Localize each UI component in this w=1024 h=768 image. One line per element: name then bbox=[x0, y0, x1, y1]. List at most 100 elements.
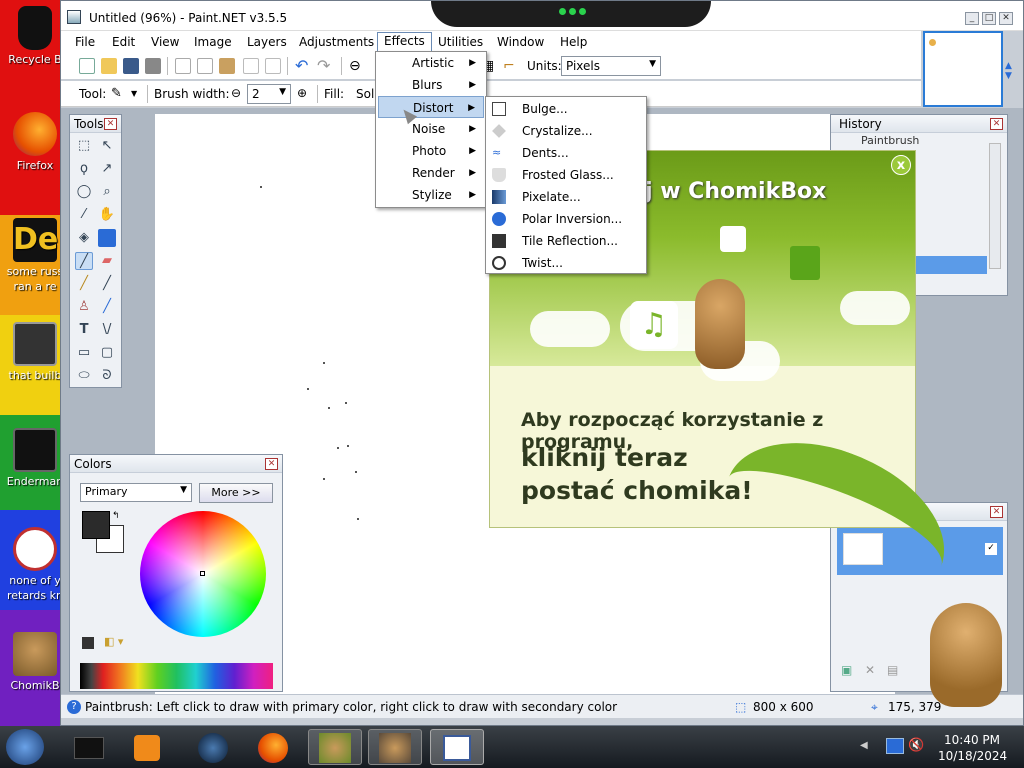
tray-date[interactable]: 10/18/2024 bbox=[938, 749, 1007, 763]
taskbar-chomikbox-2-icon[interactable] bbox=[368, 729, 422, 765]
menu-layers[interactable]: Layers bbox=[241, 34, 293, 50]
menu-utilities[interactable]: Utilities bbox=[432, 34, 489, 50]
image-thumbnail[interactable] bbox=[923, 31, 1003, 107]
color-palette[interactable] bbox=[80, 663, 273, 689]
print-icon[interactable] bbox=[145, 58, 161, 74]
color-mode-select[interactable]: Primary ▼ bbox=[80, 483, 192, 502]
delete-layer-icon[interactable]: ✕ bbox=[865, 663, 875, 677]
history-item[interactable]: Paintbrush bbox=[861, 134, 919, 147]
recolor-icon[interactable]: ╱ bbox=[98, 298, 116, 316]
ellipse-icon[interactable]: ⬭ bbox=[75, 367, 93, 385]
paste-icon[interactable] bbox=[219, 58, 235, 74]
distort-bulge[interactable]: Bulge... bbox=[488, 98, 644, 120]
rectangle-select-icon[interactable]: ⬚ bbox=[75, 137, 93, 155]
effects-menu-noise[interactable]: Noise ▶ bbox=[378, 118, 484, 140]
title-bar[interactable]: Untitled (96%) - Paint.NET v3.5.5 _ □ ✕ bbox=[61, 1, 1023, 31]
distort-pixelate[interactable]: Pixelate... bbox=[488, 186, 644, 208]
line-curve-icon[interactable]: \/ bbox=[98, 321, 116, 339]
deselect-icon[interactable] bbox=[265, 58, 281, 74]
redo-icon[interactable]: ↷ bbox=[317, 58, 333, 74]
move-selected-icon[interactable]: ↗ bbox=[98, 160, 116, 178]
taskbar-terminal-icon[interactable] bbox=[62, 729, 116, 765]
start-button[interactable] bbox=[6, 729, 44, 765]
cut-icon[interactable] bbox=[175, 58, 191, 74]
palette-menu-icon[interactable]: ◧ ▾ bbox=[104, 635, 123, 648]
menu-image[interactable]: Image bbox=[188, 34, 238, 50]
menu-effects[interactable]: Effects bbox=[377, 32, 432, 53]
network-icon[interactable] bbox=[886, 738, 904, 754]
effects-menu-render[interactable]: Render ▶ bbox=[378, 162, 484, 184]
clone-stamp-icon[interactable]: ♙ bbox=[75, 298, 93, 316]
rectangle-icon[interactable]: ▭ bbox=[75, 344, 93, 362]
distort-twist[interactable]: Twist... bbox=[488, 252, 644, 274]
menu-file[interactable]: File bbox=[69, 34, 101, 50]
primary-color-swatch[interactable] bbox=[82, 511, 110, 539]
close-icon[interactable]: ✕ bbox=[104, 118, 117, 130]
hamster-character[interactable] bbox=[930, 603, 1002, 707]
swap-colors-icon[interactable]: ↰ bbox=[112, 511, 120, 521]
brush-width-field[interactable]: 2 ▼ bbox=[247, 84, 291, 104]
freeform-shape-icon[interactable]: ᘐ bbox=[98, 367, 116, 385]
units-select[interactable]: Pixels ▼ bbox=[561, 56, 661, 76]
taskbar-firefox-icon[interactable] bbox=[246, 729, 300, 765]
distort-polar-inversion[interactable]: Polar Inversion... bbox=[488, 208, 644, 230]
close-icon[interactable]: ✕ bbox=[265, 458, 278, 470]
duplicate-layer-icon[interactable]: ▤ bbox=[887, 663, 898, 677]
effects-menu-stylize[interactable]: Stylize ▶ bbox=[378, 184, 484, 206]
show-hidden-icons-icon[interactable]: ◀ bbox=[860, 740, 868, 751]
distort-tile-reflection[interactable]: Tile Reflection... bbox=[488, 230, 644, 252]
history-scrollbar[interactable] bbox=[989, 143, 1001, 269]
rounded-rectangle-icon[interactable]: ▢ bbox=[98, 344, 116, 362]
zoom-icon[interactable]: ⊖ bbox=[349, 58, 365, 74]
taskbar-paintnet-icon[interactable] bbox=[430, 729, 484, 765]
taskbar-media-player-icon[interactable] bbox=[120, 729, 174, 765]
effects-menu-distort[interactable]: Distort ▶ bbox=[378, 96, 484, 118]
tray-time[interactable]: 10:40 PM bbox=[944, 733, 1000, 747]
close-icon[interactable]: ✕ bbox=[990, 118, 1003, 130]
close-icon[interactable]: ✕ bbox=[990, 506, 1003, 518]
distort-frosted-glass[interactable]: Frosted Glass... bbox=[488, 164, 644, 186]
eraser-icon[interactable]: ▰ bbox=[98, 252, 116, 270]
add-palette-color-icon[interactable] bbox=[82, 637, 94, 649]
open-folder-icon[interactable] bbox=[101, 58, 117, 74]
move-selection-icon[interactable]: ↖ bbox=[98, 137, 116, 155]
more-colors-button[interactable]: More >> bbox=[199, 483, 273, 503]
gradient-icon[interactable] bbox=[98, 229, 116, 247]
menu-help[interactable]: Help bbox=[554, 34, 593, 50]
menu-adjustments[interactable]: Adjustments bbox=[293, 34, 380, 50]
close-button[interactable]: ✕ bbox=[999, 12, 1013, 25]
add-layer-icon[interactable]: ▣ bbox=[841, 663, 852, 677]
copy-icon[interactable] bbox=[197, 58, 213, 74]
brush-width-increase-icon[interactable]: ⊕ bbox=[297, 86, 307, 100]
undo-icon[interactable]: ↶ bbox=[295, 58, 311, 74]
ruler-icon[interactable]: ⌐ bbox=[503, 58, 519, 74]
distort-crystalize[interactable]: Crystalize... bbox=[488, 120, 644, 142]
paint-bucket-icon[interactable]: ◈ bbox=[75, 229, 93, 247]
menu-window[interactable]: Window bbox=[491, 34, 550, 50]
distort-dents[interactable]: ≈ Dents... bbox=[488, 142, 644, 164]
effects-menu-artistic[interactable]: Artistic ▶ bbox=[378, 52, 484, 74]
minimize-button[interactable]: _ bbox=[965, 12, 979, 25]
save-icon[interactable] bbox=[123, 58, 139, 74]
lasso-select-icon[interactable]: ϙ bbox=[75, 160, 93, 178]
menu-edit[interactable]: Edit bbox=[106, 34, 141, 50]
thumbnail-scroll-icon[interactable]: ▲ ▼ bbox=[1005, 61, 1012, 81]
pan-icon[interactable]: ✋ bbox=[98, 206, 116, 224]
color-picker-icon[interactable]: ╱ bbox=[98, 275, 116, 293]
ellipse-select-icon[interactable]: ◯ bbox=[75, 183, 93, 201]
effects-menu-photo[interactable]: Photo ▶ bbox=[378, 140, 484, 162]
menu-view[interactable]: View bbox=[145, 34, 185, 50]
taskbar-chomikbox-icon[interactable] bbox=[308, 729, 362, 765]
text-tool-icon[interactable]: T bbox=[75, 321, 93, 339]
zoom-tool-icon[interactable]: ⌕ bbox=[98, 183, 116, 201]
maximize-button[interactable]: □ bbox=[982, 12, 996, 25]
paintbrush-tool-icon[interactable]: ✎ bbox=[111, 86, 127, 102]
crop-icon[interactable] bbox=[243, 58, 259, 74]
paintbrush-icon[interactable]: ╱ bbox=[75, 252, 93, 270]
pencil-icon[interactable]: ╱ bbox=[75, 275, 93, 293]
tool-dropdown-icon[interactable]: ▼ bbox=[131, 89, 137, 98]
effects-menu-blurs[interactable]: Blurs ▶ bbox=[378, 74, 484, 96]
taskbar-globe-icon[interactable] bbox=[186, 729, 240, 765]
new-image-icon[interactable] bbox=[79, 58, 95, 74]
magic-wand-icon[interactable]: ⁄ bbox=[75, 206, 93, 224]
